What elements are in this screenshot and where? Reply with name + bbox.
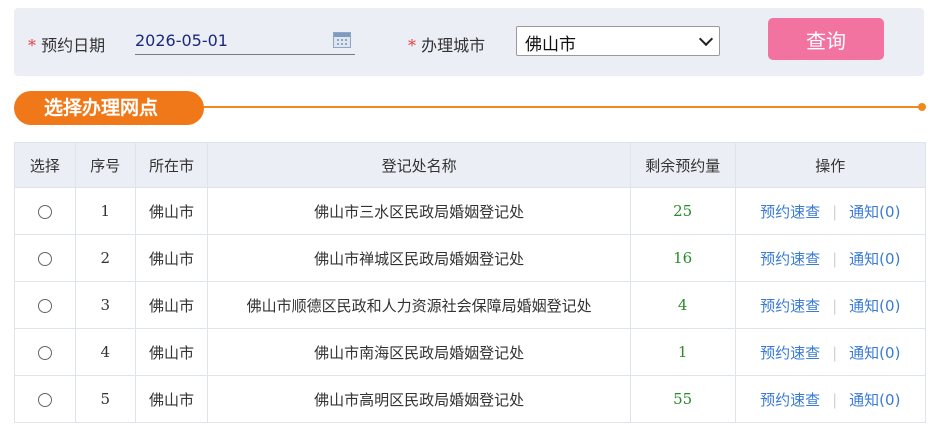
table-header-row: 选择 序号 所在市 登记处名称 剩余预约量 操作 [14,142,927,188]
notify-link[interactable]: 通知(0) [849,250,900,268]
quick-check-link[interactable]: 预约速查 [760,344,820,362]
row-city: 佛山市 [134,281,209,329]
quick-check-link[interactable]: 预约速查 [760,297,820,315]
row-remaining: 1 [629,328,736,376]
row-city: 佛山市 [134,187,209,235]
office-table: 选择 序号 所在市 登记处名称 剩余预约量 操作 1 佛山市 佛山市三水区民政局… [14,142,927,423]
row-office-name: 佛山市南海区民政局婚姻登记处 [207,328,631,376]
select-cell [14,281,76,329]
notify-link[interactable]: 通知(0) [849,203,900,221]
row-actions: 预约速查 | 通知(0) [734,187,927,235]
radio-button[interactable] [37,205,52,219]
row-office-name: 佛山市高明区民政局婚姻登记处 [207,375,631,423]
row-city: 佛山市 [134,375,209,423]
select-cell [14,375,76,423]
date-field[interactable] [135,28,355,55]
radio-button[interactable] [37,346,52,360]
quick-check-link[interactable]: 预约速查 [760,250,820,268]
table-row: 2 佛山市 佛山市禅城区民政局婚姻登记处 16 预约速查 | 通知(0) [14,234,927,282]
row-actions: 预约速查 | 通知(0) [734,234,927,282]
row-remaining: 16 [629,234,736,282]
row-remaining: 4 [629,281,736,329]
notify-link[interactable]: 通知(0) [849,297,900,315]
city-label-text: 办理城市 [421,36,486,55]
select-cell [14,328,76,376]
header-number: 序号 [74,142,136,188]
action-separator: | [832,343,838,362]
row-office-name: 佛山市禅城区民政局婚姻登记处 [207,234,631,282]
select-cell [14,234,76,282]
action-separator: | [832,249,838,268]
chevron-down-icon [698,31,714,47]
date-label-text: 预约日期 [41,36,106,55]
row-number: 4 [74,328,136,376]
row-actions: 预约速查 | 通知(0) [734,375,927,423]
radio-button[interactable] [37,299,52,313]
header-remaining: 剩余预约量 [629,142,736,188]
header-office-name: 登记处名称 [207,142,631,188]
table-row: 1 佛山市 佛山市三水区民政局婚姻登记处 25 预约速查 | 通知(0) [14,187,927,235]
row-actions: 预约速查 | 通知(0) [734,328,927,376]
search-panel: * 预约日期 * 办理城市 佛山市 查询 [14,8,924,76]
header-actions: 操作 [734,142,927,188]
date-label: * 预约日期 [28,32,105,56]
section-divider-dot [918,103,926,111]
row-remaining: 55 [629,375,736,423]
row-city: 佛山市 [134,328,209,376]
quick-check-link[interactable]: 预约速查 [760,203,820,221]
section-divider [180,106,924,108]
row-actions: 预约速查 | 通知(0) [734,281,927,329]
required-mark: * [28,36,36,55]
city-select[interactable]: 佛山市 [516,26,720,56]
query-button[interactable]: 查询 [768,18,884,60]
radio-button[interactable] [37,252,52,266]
table-row: 4 佛山市 佛山市南海区民政局婚姻登记处 1 预约速查 | 通知(0) [14,328,927,376]
city-label: * 办理城市 [408,32,485,56]
city-select-value: 佛山市 [525,35,576,55]
row-number: 3 [74,281,136,329]
required-mark: * [408,36,416,55]
row-number: 2 [74,234,136,282]
table-row: 5 佛山市 佛山市高明区民政局婚姻登记处 55 预约速查 | 通知(0) [14,375,927,423]
section-title: 选择办理网点 [14,91,204,125]
row-number: 5 [74,375,136,423]
action-separator: | [832,390,838,409]
calendar-icon[interactable] [333,32,351,48]
row-office-name: 佛山市三水区民政局婚姻登记处 [207,187,631,235]
row-remaining: 25 [629,187,736,235]
row-number: 1 [74,187,136,235]
header-select: 选择 [14,142,76,188]
action-separator: | [832,202,838,221]
notify-link[interactable]: 通知(0) [849,391,900,409]
notify-link[interactable]: 通知(0) [849,344,900,362]
action-separator: | [832,296,838,315]
select-cell [14,187,76,235]
radio-button[interactable] [37,393,52,407]
header-city: 所在市 [134,142,209,188]
table-row: 3 佛山市 佛山市顺德区民政和人力资源社会保障局婚姻登记处 4 预约速查 | 通知(… [14,281,927,329]
quick-check-link[interactable]: 预约速查 [760,391,820,409]
row-office-name: 佛山市顺德区民政和人力资源社会保障局婚姻登记处 [207,281,631,329]
row-city: 佛山市 [134,234,209,282]
date-input[interactable] [135,28,325,54]
